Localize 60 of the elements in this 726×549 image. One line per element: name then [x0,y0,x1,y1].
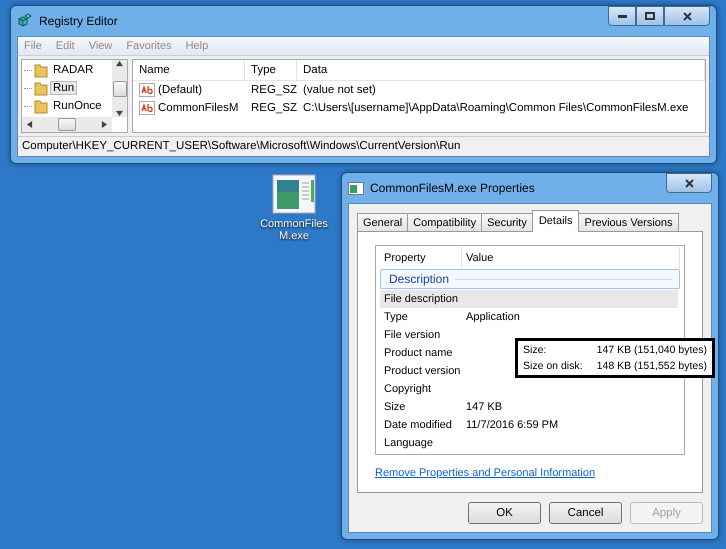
window-title: Registry Editor [39,14,118,28]
window-title: CommonFilesM.exe Properties [370,181,535,195]
remove-properties-link[interactable]: Remove Properties and Personal Information [375,467,596,479]
close-icon [682,12,692,20]
minimize-button[interactable] [608,6,636,26]
status-bar: Computer\HKEY_CURRENT_USER\Software\Microsoft\Windows\CurrentVersion\Run [18,136,709,155]
folder-icon [34,80,48,96]
property-row[interactable]: File description [380,290,678,308]
value-data: (value not set) [302,83,377,98]
column-header[interactable]: Type [245,60,297,81]
vertical-scrollbar[interactable] [112,60,127,117]
dialog-button[interactable]: Cancel [549,502,622,524]
annotation-value: 148 KB (151,552 bytes) [596,360,707,372]
property-row[interactable]: File version [380,326,512,344]
string-value-icon [139,83,155,97]
tab[interactable]: Details [532,210,580,232]
close-button[interactable] [664,6,710,26]
property-row[interactable]: Product name [380,344,512,362]
close-icon [684,178,694,188]
value-data: C:\Users\[username]\AppData\Roaming\Common Files\CommonFilesM.exe [302,101,690,116]
column-header[interactable]: Data [297,60,705,81]
scroll-arrow-icon[interactable] [116,110,123,117]
dialog-button[interactable]: OK [468,502,541,524]
tab[interactable]: Security [481,213,533,232]
maximize-button[interactable] [636,6,664,26]
value-name[interactable]: (Default) [133,81,245,99]
property-row[interactable]: Date modified 11/7/2016 6:59 PM [380,416,678,434]
tab[interactable]: Compatibility [407,213,482,232]
minimize-icon [618,14,626,18]
folder-icon [34,98,48,114]
folder-icon [34,62,48,78]
property-row[interactable]: Size 147 KB [380,398,678,416]
column-header[interactable]: Name [133,60,245,81]
property-row[interactable]: Copyright [380,380,512,398]
horizontal-scrollbar[interactable] [22,117,112,132]
scroll-arrow-icon[interactable] [26,121,33,128]
file-label[interactable]: CommonFilesM.exe [259,218,329,242]
tree-item[interactable]: RunOnce [50,99,105,113]
tree-item[interactable]: RADAR [50,63,96,77]
application-icon [272,174,316,214]
close-button[interactable] [666,173,712,193]
application-icon [348,182,364,194]
value-name[interactable]: CommonFilesM [133,99,245,117]
tree-item[interactable]: Run [50,81,78,95]
scroll-arrow-icon[interactable] [101,121,108,128]
scroll-arrow-icon[interactable] [116,60,123,67]
string-value-icon [139,101,155,115]
registry-cubes-icon [17,13,33,29]
property-row[interactable]: Product version [380,362,512,380]
annotation-label: Size on disk: [523,360,583,372]
tab[interactable]: Previous Versions [578,213,679,232]
group-header[interactable]: Description [380,269,680,289]
tab[interactable]: General [357,213,408,232]
annotation-label: Size: [523,344,548,356]
maximize-icon [645,12,655,20]
property-row[interactable]: Type Application [380,308,678,326]
property-row[interactable]: Language [380,434,512,452]
annotation-value: 147 KB (151,040 bytes) [596,344,707,356]
value-type: REG_SZ [250,83,297,98]
value-type: REG_SZ [250,101,297,116]
